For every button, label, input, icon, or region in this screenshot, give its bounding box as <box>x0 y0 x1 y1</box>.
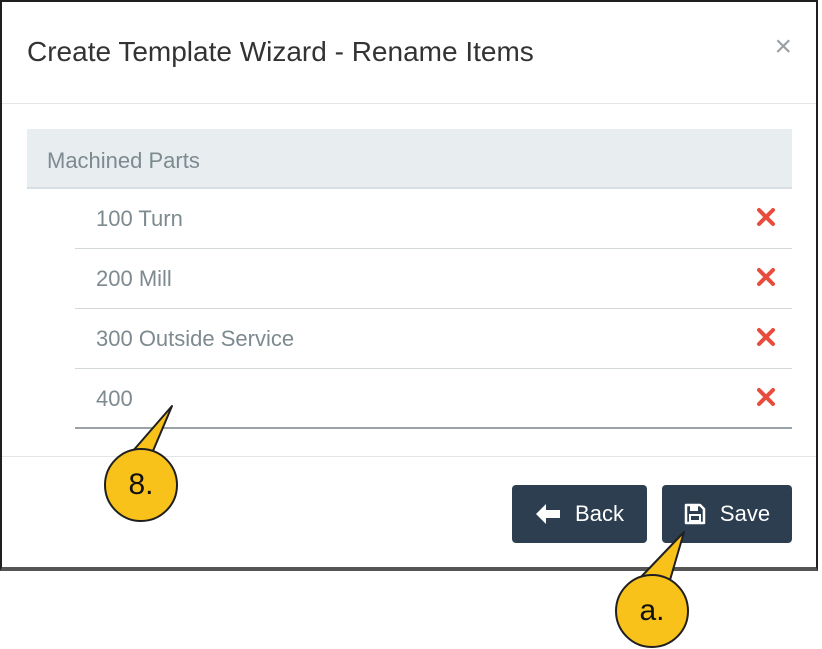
screenshot-stage: Create Template Wizard - Rename Items × … <box>0 0 822 649</box>
substep-callout: a. <box>615 574 689 648</box>
floppy-disk-icon <box>684 503 706 525</box>
item-row <box>75 189 792 249</box>
save-button[interactable]: Save <box>662 485 792 543</box>
item-row <box>75 369 792 429</box>
group-header-label: Machined Parts <box>47 148 200 173</box>
item-row <box>75 309 792 369</box>
arrow-left-icon <box>536 504 561 524</box>
remove-icon[interactable] <box>754 325 778 349</box>
item-name-input[interactable] <box>96 206 696 232</box>
dialog-body: Machined Parts <box>2 104 816 457</box>
close-icon[interactable]: × <box>774 32 792 62</box>
item-row <box>75 249 792 309</box>
back-button-label: Back <box>575 501 624 526</box>
save-button-label: Save <box>719 501 771 526</box>
item-name-input[interactable] <box>96 266 696 292</box>
remove-icon[interactable] <box>754 385 778 409</box>
dialog-title: Create Template Wizard - Rename Items <box>27 36 534 67</box>
remove-icon[interactable] <box>754 265 778 289</box>
group-header: Machined Parts <box>27 129 792 189</box>
item-name-input[interactable] <box>96 326 696 352</box>
dialog-header: Create Template Wizard - Rename Items × <box>2 2 816 104</box>
back-button[interactable]: Back <box>512 485 647 543</box>
item-name-input[interactable] <box>96 386 696 412</box>
remove-icon[interactable] <box>754 205 778 229</box>
step-callout: 8. <box>104 448 178 522</box>
